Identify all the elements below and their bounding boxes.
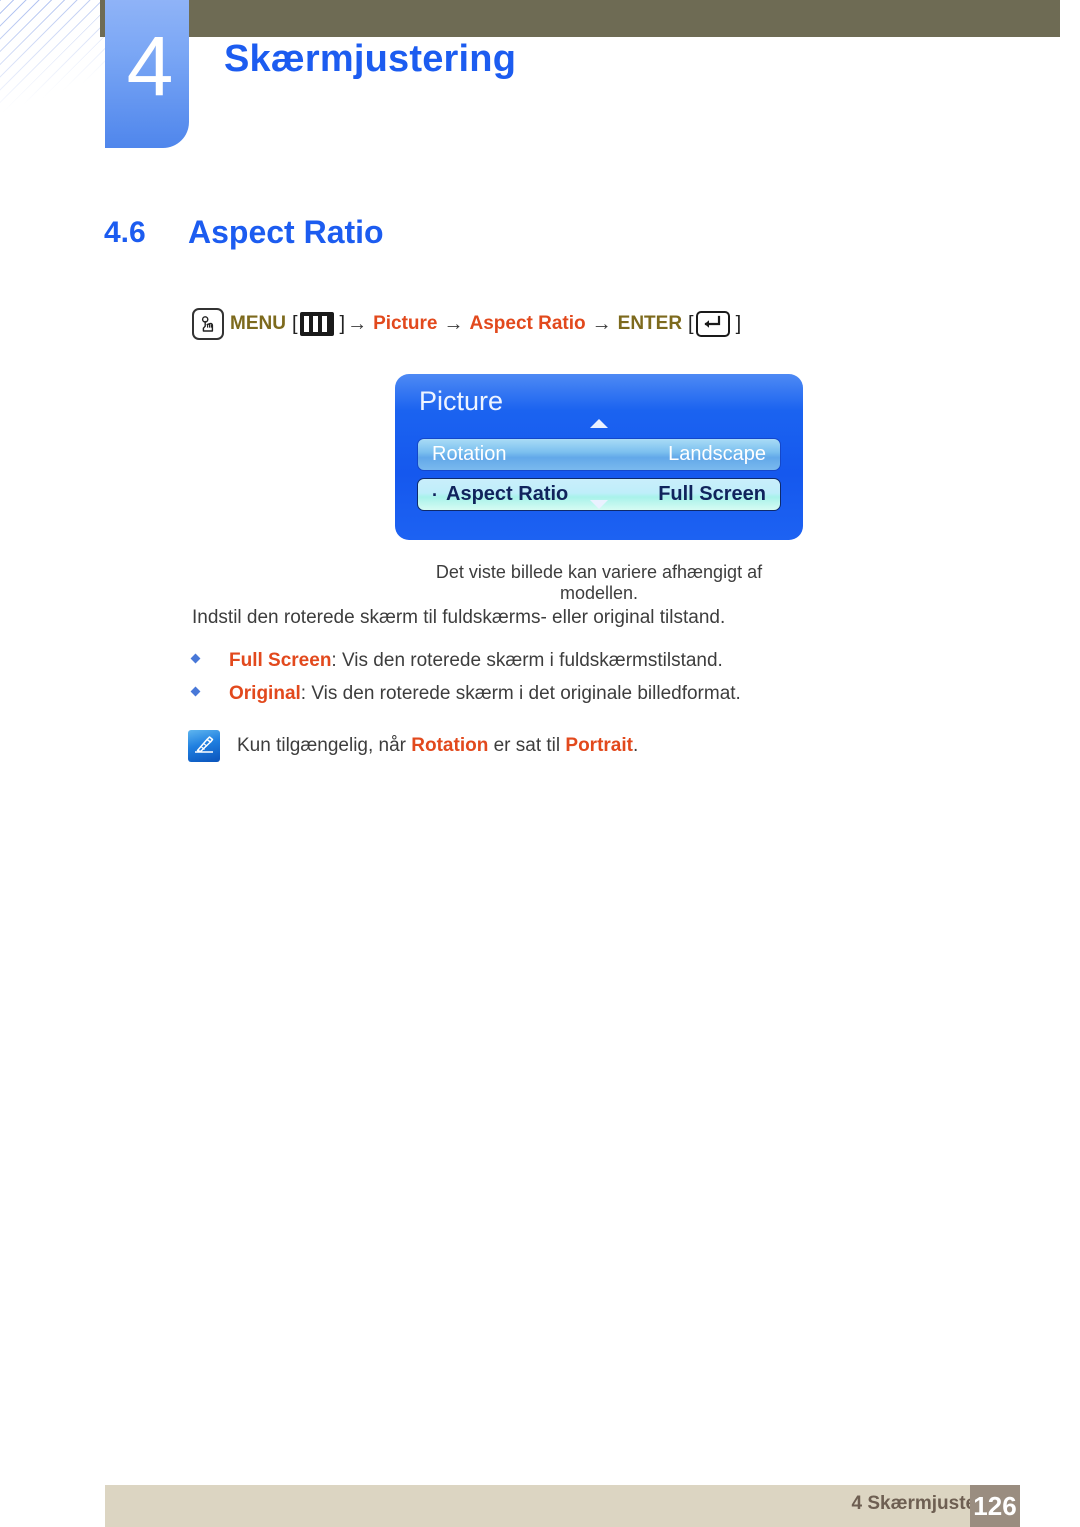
osd-caption: Det viste billede kan variere afhængigt … xyxy=(435,562,763,603)
triangle-up-icon[interactable] xyxy=(590,419,608,428)
bracket-open-enter: [ xyxy=(688,312,694,335)
enter-label: ENTER xyxy=(617,313,683,334)
decorative-hatch-pattern xyxy=(0,0,108,112)
path-item-aspect-ratio: Aspect Ratio xyxy=(469,313,586,334)
bracket-open-menu: [ xyxy=(291,312,298,335)
page-title: Aspect Ratio xyxy=(188,214,384,250)
note-pen-icon xyxy=(188,730,220,762)
menu-path-breadcrumb: MENU [ ] → Picture → Aspect Ratio → ENTE… xyxy=(192,308,743,340)
bracket-close-menu: ] xyxy=(339,312,346,335)
osd-row-label: Aspect Ratio xyxy=(446,483,569,505)
note-text: Kun tilgængelig, når Rotation er sat til… xyxy=(237,730,638,762)
option-term: Original xyxy=(229,683,301,704)
note-block: Kun tilgængelig, når Rotation er sat til… xyxy=(188,730,638,762)
triangle-down-icon[interactable] xyxy=(590,500,608,509)
osd-picture-menu: Picture Rotation Landscape · Aspect Rati… xyxy=(395,374,803,540)
bullet-diamond-icon xyxy=(190,686,201,697)
option-term: Full Screen xyxy=(229,650,332,671)
option-description: : Vis den roterede skærm i fuldskærmstil… xyxy=(331,650,723,671)
path-item-picture: Picture xyxy=(373,313,438,334)
menu-button-icon xyxy=(299,312,334,336)
menu-label: MENU xyxy=(230,313,286,334)
osd-title: Picture xyxy=(419,386,504,416)
osd-row-bullet: · xyxy=(432,484,438,505)
list-item: Full Screen: Vis den roterede skærm i fu… xyxy=(190,650,952,672)
bracket-close-enter: ] xyxy=(735,312,742,335)
note-term-portrait: Portrait xyxy=(565,735,633,756)
note-suffix: . xyxy=(632,735,639,756)
path-arrow-2: → xyxy=(443,312,464,335)
header-olive-bar xyxy=(100,0,1060,37)
enter-button-icon xyxy=(695,311,730,337)
path-arrow-1: → xyxy=(347,312,368,335)
note-term-rotation: Rotation xyxy=(411,735,489,756)
option-list: Full Screen: Vis den roterede skærm i fu… xyxy=(190,650,952,716)
osd-row-value: Landscape xyxy=(668,443,766,465)
list-item: Original: Vis den roterede skærm i det o… xyxy=(190,683,952,705)
osd-row-value: Full Screen xyxy=(658,483,766,505)
hand-press-icon xyxy=(192,308,224,340)
path-arrow-3: → xyxy=(591,312,612,335)
page-number-badge: 126 xyxy=(970,1485,1020,1527)
osd-row-label: Rotation xyxy=(432,443,507,465)
note-middle: er sat til xyxy=(488,735,566,756)
chapter-title: Skærmjustering xyxy=(224,38,517,80)
osd-row-rotation[interactable]: Rotation Landscape xyxy=(417,438,781,471)
section-number: 4.6 xyxy=(104,216,146,249)
bullet-diamond-icon xyxy=(190,653,201,664)
note-prefix: Kun tilgængelig, når xyxy=(237,735,412,756)
option-description: : Vis den roterede skærm i det originale… xyxy=(300,683,741,704)
intro-paragraph: Indstil den roterede skærm til fuldskærm… xyxy=(192,607,726,628)
chapter-number-tab: 4 xyxy=(105,0,189,148)
